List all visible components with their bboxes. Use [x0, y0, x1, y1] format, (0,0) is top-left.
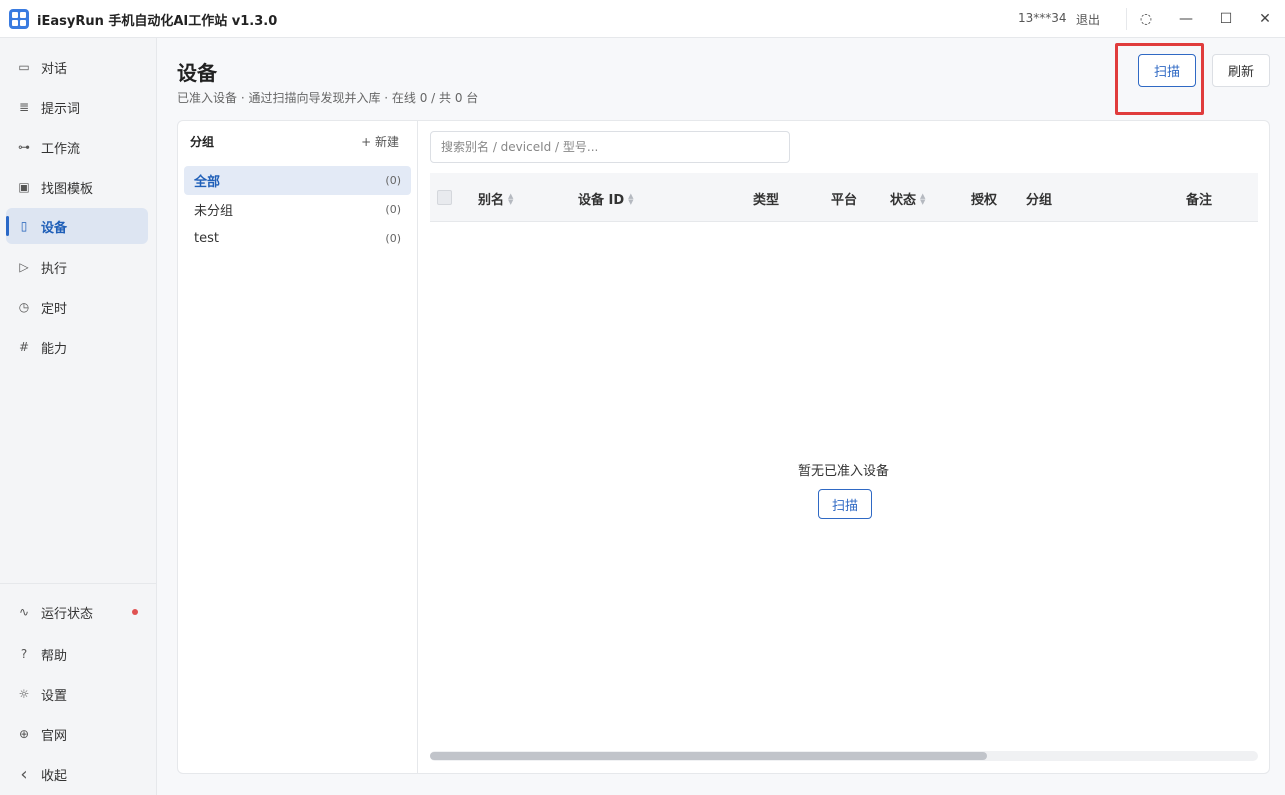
- sidebar-item-label: 找图模板: [41, 181, 94, 197]
- workflow-icon: ⊶: [18, 140, 30, 154]
- column-header-notes: 备注: [1186, 193, 1213, 208]
- sort-icon: ▲ ▼: [508, 191, 514, 206]
- gear-icon: ☼: [18, 687, 30, 701]
- group-count: (0): [385, 232, 401, 245]
- column-header-type: 类型: [753, 193, 780, 208]
- group-item-all[interactable]: 全部 (0): [184, 166, 411, 195]
- play-icon: ▷: [19, 260, 29, 274]
- close-button[interactable]: ✕: [1252, 6, 1278, 32]
- group-name: 全部: [194, 175, 221, 190]
- sidebar-item-workflow[interactable]: ⊶ 工作流: [6, 129, 148, 165]
- table-header: 别名 ▲ ▼ 设备 ID ▲ ▼ 类型 平台 状态 ▲ ▼ 授权 分组 备注: [430, 173, 1258, 222]
- scrollbar-thumb[interactable]: [430, 752, 987, 760]
- sidebar-item-label: 执行: [41, 261, 68, 277]
- hash-icon: #: [18, 340, 30, 354]
- sidebar-item-devices[interactable]: ▯ 设备: [6, 208, 148, 244]
- group-panel: 分组 + 新建 全部 (0) 未分组 (0) test (0): [178, 121, 418, 773]
- sidebar-item-label: 定时: [41, 301, 68, 317]
- page-subtitle: 已准入设备 · 通过扫描向导发现并入库 · 在线 0 / 共 0 台: [177, 91, 479, 105]
- column-label: 状态: [890, 193, 917, 208]
- column-header-alias[interactable]: 别名 ▲ ▼: [478, 189, 513, 208]
- logout-link[interactable]: 退出: [1076, 11, 1100, 28]
- help-icon: ?: [20, 647, 28, 661]
- sidebar-collapse-button[interactable]: ‹ 收起: [6, 756, 148, 792]
- sidebar-item-label: 官网: [41, 728, 68, 744]
- titlebar-divider: [1126, 8, 1127, 30]
- select-all-checkbox[interactable]: [437, 190, 452, 205]
- group-count: (0): [385, 203, 401, 216]
- maximize-button[interactable]: ☐: [1213, 6, 1239, 32]
- scan-button[interactable]: 扫描: [1138, 54, 1196, 87]
- sidebar-item-label: 对话: [41, 61, 68, 77]
- chat-icon: ▭: [18, 60, 30, 74]
- document-icon: ≣: [18, 100, 30, 114]
- new-group-button[interactable]: + 新建: [361, 133, 399, 150]
- column-label: 别名: [478, 193, 505, 208]
- sidebar-item-label: 运行状态: [41, 606, 94, 622]
- horizontal-scrollbar[interactable]: [430, 751, 1258, 761]
- sidebar-item-label: 设置: [41, 688, 68, 704]
- pulse-icon: ∿: [18, 605, 30, 619]
- app-logo-icon: [9, 9, 29, 29]
- app-title: iEasyRun 手机自动化AI工作站 v1.3.0: [37, 14, 278, 29]
- sidebar-item-label: 工作流: [41, 141, 81, 157]
- group-panel-title: 分组: [190, 135, 215, 149]
- sidebar-item-chat[interactable]: ▭ 对话: [6, 49, 148, 85]
- column-header-device-id[interactable]: 设备 ID ▲ ▼: [578, 189, 634, 208]
- group-name: test: [194, 231, 219, 246]
- empty-state-scan-button[interactable]: 扫描: [818, 489, 872, 519]
- column-header-status[interactable]: 状态 ▲ ▼: [890, 189, 925, 208]
- sidebar-item-website[interactable]: ⊕ 官网: [6, 716, 148, 752]
- sidebar-item-label: 收起: [41, 768, 68, 784]
- title-bar: iEasyRun 手机自动化AI工作站 v1.3.0 13***34 退出 ◌ …: [0, 0, 1285, 38]
- empty-state-text: 暂无已准入设备: [798, 464, 890, 479]
- sort-icon: ▲ ▼: [628, 191, 634, 206]
- sidebar-item-label: 能力: [41, 341, 68, 357]
- group-item-test[interactable]: test (0): [184, 224, 411, 253]
- user-id: 13***34: [1018, 11, 1067, 25]
- sort-icon: ▲ ▼: [920, 191, 926, 206]
- sidebar-item-label: 帮助: [41, 648, 68, 664]
- group-item-ungrouped[interactable]: 未分组 (0): [184, 195, 411, 224]
- devices-card: 分组 + 新建 全部 (0) 未分组 (0) test (0) 别名 ▲▼ 设备…: [177, 120, 1270, 774]
- sidebar-item-image-templates[interactable]: ▣ 找图模板: [6, 169, 148, 205]
- sidebar-item-settings[interactable]: ☼ 设置: [6, 676, 148, 712]
- sidebar-item-help[interactable]: ? 帮助: [6, 636, 148, 672]
- sidebar-divider: [0, 583, 157, 584]
- sidebar-item-prompts[interactable]: ≣ 提示词: [6, 89, 148, 125]
- sidebar-item-capabilities[interactable]: # 能力: [6, 329, 148, 365]
- sidebar-item-run-status[interactable]: ∿ 运行状态: [6, 594, 148, 630]
- column-header-authorization: 授权: [971, 193, 998, 208]
- loading-icon: ◌: [1139, 11, 1153, 27]
- page-title: 设备: [177, 61, 217, 85]
- clock-icon: ◷: [18, 300, 30, 314]
- sidebar-item-execute[interactable]: ▷ 执行: [6, 249, 148, 285]
- phone-icon: ▯: [20, 219, 28, 233]
- chevron-left-icon: ‹: [20, 763, 28, 785]
- sidebar-item-label: 设备: [41, 220, 68, 236]
- column-header-platform: 平台: [831, 193, 858, 208]
- sidebar-item-schedule[interactable]: ◷ 定时: [6, 289, 148, 325]
- minimize-button[interactable]: —: [1173, 6, 1199, 32]
- globe-icon: ⊕: [18, 727, 30, 741]
- sidebar-item-label: 提示词: [41, 101, 81, 117]
- status-dot-icon: [132, 609, 138, 615]
- sidebar: ▭ 对话 ≣ 提示词 ⊶ 工作流 ▣ 找图模板 ▯ 设备 ▷ 执行 ◷ 定时 #…: [0, 38, 157, 795]
- column-label: 设备 ID: [578, 193, 625, 208]
- group-name: 未分组: [194, 204, 234, 219]
- group-count: (0): [385, 174, 401, 187]
- refresh-button[interactable]: 刷新: [1212, 54, 1270, 87]
- column-header-group: 分组: [1026, 193, 1053, 208]
- image-icon: ▣: [18, 180, 30, 194]
- search-input[interactable]: [430, 131, 790, 163]
